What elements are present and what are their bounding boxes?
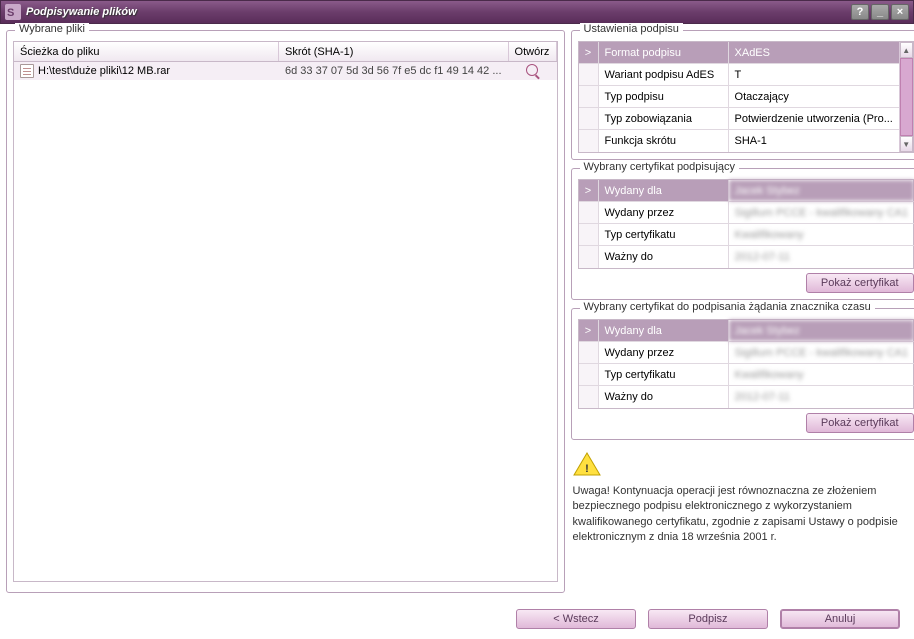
grid-row[interactable]: Wydany przezSigillum PCCE - kwalifikowan… [579,342,914,364]
grid-row[interactable]: Ważny do2012-07-11 [579,386,914,408]
warning-text: Uwaga! Kontynuacja operacji jest równozn… [573,484,914,546]
grid-row[interactable]: Typ zobowiązaniaPotwierdzenie utworzenia… [579,108,899,130]
signature-settings-legend: Ustawienia podpisu [580,23,683,35]
titlebar: S Podpisywanie plików ? _ × [0,0,914,24]
signature-settings-group: Ustawienia podpisu > Format podpisu XAdE… [571,30,914,160]
grid-row[interactable]: Typ podpisuOtaczający [579,86,899,108]
minimize-button[interactable]: _ [871,4,889,20]
grid-row[interactable]: Wydany przezSigillum PCCE - kwalifikowan… [579,202,914,224]
timestamp-cert-group: Wybrany certyfikat do podpisania żądania… [571,308,914,440]
file-icon [20,64,34,78]
cert1-grid: > Wydany dla Jacek Stybez Wydany przezSi… [578,179,914,269]
file-table: Ścieżka do pliku Skrót (SHA-1) Otwórz H:… [13,41,558,582]
scrollbar[interactable]: ▲ ▼ [899,42,913,152]
grid-row[interactable]: Typ certyfikatuKwalifikowany [579,364,914,386]
expand-icon[interactable]: > [579,320,599,341]
table-row[interactable]: H:\test\duże pliki\12 MB.rar 6d 33 37 07… [14,62,557,80]
warning-block: ! Uwaga! Kontynuacja operacji jest równo… [571,448,914,546]
selected-files-group: Wybrane pliki Ścieżka do pliku Skrót (SH… [6,30,565,593]
grid-header-row[interactable]: > Wydany dla Jacek Stybez [579,320,914,342]
window-title: Podpisywanie plików [26,6,851,18]
search-icon [526,64,538,76]
app-icon: S [5,4,21,20]
warning-icon: ! [573,452,601,476]
expand-icon[interactable]: > [579,180,599,201]
col-open[interactable]: Otwórz [509,42,557,61]
grid-row[interactable]: Funkcja skrótuSHA-1 [579,130,899,152]
file-path: H:\test\duże pliki\12 MB.rar [38,65,170,77]
cert2-grid: > Wydany dla Jacek Stybez Wydany przezSi… [578,319,914,409]
grid-header-row[interactable]: > Format podpisu XAdES [579,42,899,64]
svg-text:!: ! [585,463,589,475]
grid-header-row[interactable]: > Wydany dla Jacek Stybez [579,180,914,202]
expand-icon[interactable]: > [579,42,599,63]
grid-row[interactable]: Typ certyfikatuKwalifikowany [579,224,914,246]
open-file-button[interactable] [509,63,557,80]
timestamp-cert-legend: Wybrany certyfikat do podpisania żądania… [580,301,875,313]
help-button[interactable]: ? [851,4,869,20]
grid-row[interactable]: Ważny do2012-07-11 [579,246,914,268]
sign-button[interactable]: Podpisz [648,609,768,629]
back-button[interactable]: < Wstecz [516,609,636,629]
signing-cert-legend: Wybrany certyfikat podpisujący [580,161,740,173]
col-hash[interactable]: Skrót (SHA-1) [279,42,509,61]
cancel-button[interactable]: Anuluj [780,609,900,629]
scroll-thumb[interactable] [900,58,913,136]
scroll-down-icon[interactable]: ▼ [900,136,913,152]
selected-files-legend: Wybrane pliki [15,23,89,35]
show-cert2-button[interactable]: Pokaż certyfikat [806,413,914,433]
show-cert1-button[interactable]: Pokaż certyfikat [806,273,914,293]
col-path[interactable]: Ścieżka do pliku [14,42,279,61]
scroll-up-icon[interactable]: ▲ [900,42,913,58]
close-button[interactable]: × [891,4,909,20]
file-hash: 6d 33 37 07 5d 3d 56 7f e5 dc f1 49 14 4… [279,64,509,78]
svg-text:S: S [7,7,14,19]
settings-grid: > Format podpisu XAdES Wariant podpisu A… [578,41,914,153]
grid-row[interactable]: Wariant podpisu AdEST [579,64,899,86]
footer: < Wstecz Podpisz Anuluj [0,599,914,639]
signing-cert-group: Wybrany certyfikat podpisujący > Wydany … [571,168,914,300]
